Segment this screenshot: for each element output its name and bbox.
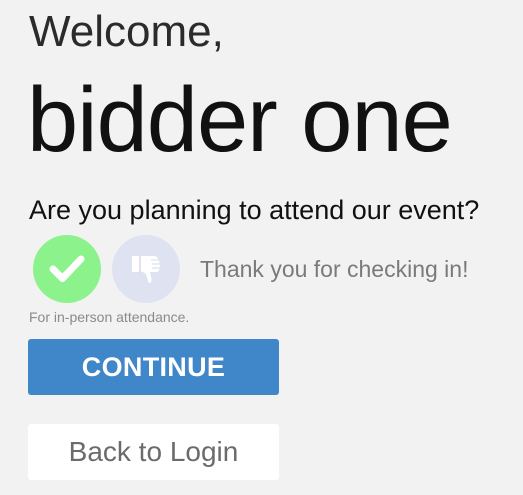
welcome-page: Welcome, bidder one Are you planning to … [0,0,523,495]
attend-no-button[interactable] [112,235,180,303]
checkin-confirmation: Thank you for checking in! [200,256,469,282]
attendance-question: Are you planning to attend our event? [29,195,480,225]
welcome-heading: Welcome, [29,7,224,56]
thumbs-down-icon [132,256,160,283]
bidder-name: bidder one [27,69,453,171]
continue-button[interactable]: CONTINUE [28,339,279,395]
back-to-login-button[interactable]: Back to Login [28,424,279,480]
checkmark-icon [49,255,85,282]
attendance-note: For in-person attendance. [29,309,190,325]
attend-yes-button[interactable] [33,235,101,303]
